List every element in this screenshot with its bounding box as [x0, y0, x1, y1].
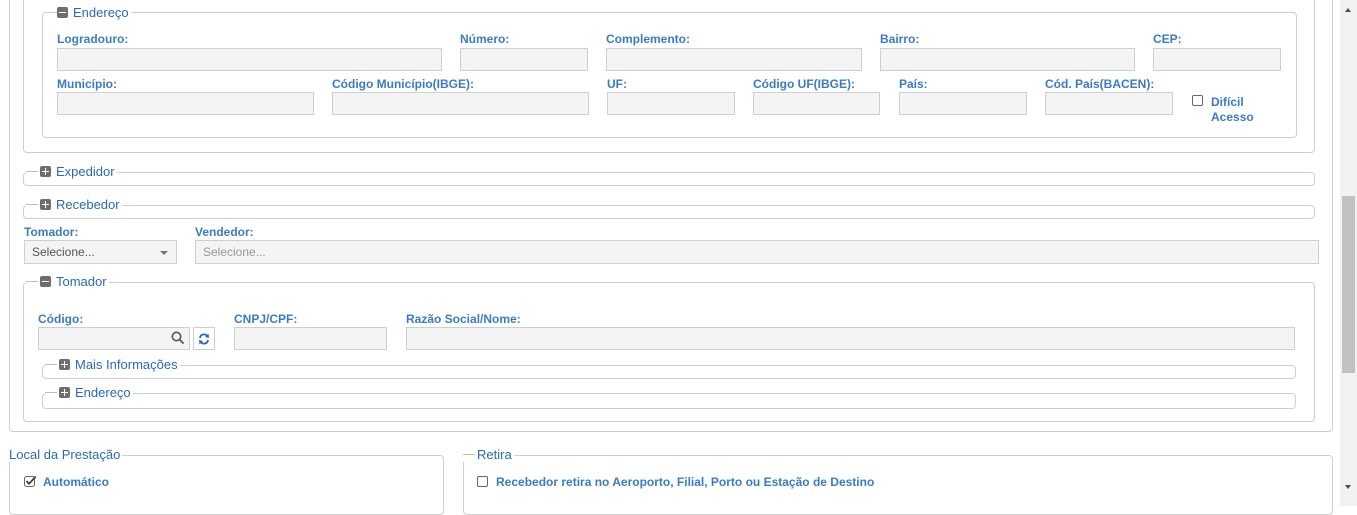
plus-square-icon[interactable] — [40, 199, 51, 210]
uf-label: UF: — [607, 77, 627, 91]
expedidor-legend[interactable]: Expedidor — [26, 164, 117, 179]
tomador-select[interactable]: Selecione... — [24, 240, 177, 264]
municipio-label: Município: — [57, 77, 117, 91]
logradouro-label: Logradouro: — [57, 32, 129, 46]
codigo-uf-input[interactable] — [753, 92, 880, 115]
tomador-endereco-legend[interactable]: Endereço — [45, 385, 133, 400]
tomador-select-label: Tomador: — [24, 225, 79, 239]
chevron-down-icon — [160, 251, 168, 255]
tomador-legend-text: Tomador — [56, 274, 107, 289]
cod-pais-input[interactable] — [1045, 92, 1173, 115]
dificil-acesso-checkbox[interactable] — [1192, 95, 1203, 106]
plus-square-icon[interactable] — [59, 387, 70, 398]
minus-square-icon[interactable] — [40, 276, 51, 287]
tomador-endereco-fieldset — [42, 393, 1296, 409]
cnpj-label: CNPJ/CPF: — [234, 312, 298, 326]
logradouro-input[interactable] — [57, 48, 442, 71]
recebedor-fieldset — [23, 205, 1315, 219]
retira-legend: Retira — [463, 447, 514, 462]
automatico-checkbox[interactable] — [24, 475, 37, 488]
scroll-up-arrow[interactable] — [1345, 8, 1351, 12]
recebedor-legend-text: Recebedor — [56, 197, 120, 212]
tomador-select-value: Selecione... — [32, 245, 95, 259]
complemento-label: Complemento: — [606, 32, 690, 46]
retira-legend-text: Retira — [477, 447, 512, 462]
endereco-fieldset — [42, 12, 1297, 138]
numero-label: Número: — [460, 32, 510, 46]
plus-square-icon[interactable] — [40, 166, 51, 177]
numero-input[interactable] — [460, 48, 588, 71]
retira-option-label: Recebedor retira no Aeroporto, Filial, P… — [496, 475, 875, 489]
vendedor-select-label: Vendedor: — [195, 225, 254, 239]
vendedor-select[interactable]: Selecione... — [195, 240, 1319, 264]
codigo-input[interactable] — [38, 327, 190, 350]
cep-label: CEP: — [1153, 32, 1182, 46]
razao-input[interactable] — [406, 327, 1295, 350]
municipio-input[interactable] — [57, 92, 314, 115]
bairro-label: Bairro: — [880, 32, 920, 46]
complemento-input[interactable] — [606, 48, 862, 71]
scroll-thumb[interactable] — [1342, 196, 1355, 373]
bairro-input[interactable] — [880, 48, 1135, 71]
endereco-legend-text: Endereço — [73, 5, 129, 20]
codigo-municipio-input[interactable] — [332, 92, 589, 115]
automatico-label: Automático — [43, 475, 109, 489]
vertical-scrollbar[interactable] — [1340, 0, 1357, 506]
refresh-button[interactable] — [193, 327, 215, 350]
cnpj-input[interactable] — [234, 327, 387, 350]
codigo-uf-label: Código UF(IBGE): — [753, 77, 855, 91]
codigo-label: Código: — [38, 312, 84, 326]
plus-square-icon[interactable] — [59, 359, 70, 370]
recebedor-legend[interactable]: Recebedor — [26, 197, 122, 212]
dificil-acesso-label-2: Acesso — [1211, 110, 1254, 124]
refresh-icon — [199, 333, 209, 345]
scroll-down-arrow[interactable] — [1345, 485, 1351, 489]
local-prestacao-legend: Local da Prestação — [9, 447, 123, 462]
tomador-legend[interactable]: Tomador — [26, 274, 109, 289]
expedidor-legend-text: Expedidor — [56, 164, 115, 179]
mais-info-legend[interactable]: Mais Informações — [45, 357, 180, 372]
search-icon[interactable] — [171, 331, 185, 345]
minus-square-icon[interactable] — [57, 7, 68, 18]
vendedor-select-value: Selecione... — [203, 245, 266, 259]
cod-pais-label: Cód. País(BACEN): — [1045, 77, 1155, 91]
tomador-endereco-legend-text: Endereço — [75, 385, 131, 400]
mais-info-fieldset — [42, 365, 1296, 379]
mais-info-legend-text: Mais Informações — [75, 357, 178, 372]
dificil-acesso-label-1: Difícil — [1211, 95, 1244, 109]
retira-checkbox[interactable] — [477, 476, 488, 487]
endereco-legend[interactable]: Endereço — [57, 5, 131, 20]
expedidor-fieldset — [23, 172, 1315, 186]
pais-label: País: — [899, 77, 928, 91]
cep-input[interactable] — [1153, 48, 1281, 71]
razao-label: Razão Social/Nome: — [406, 312, 521, 326]
pais-input[interactable] — [899, 92, 1027, 115]
local-prestacao-legend-text: Local da Prestação — [9, 447, 121, 462]
codigo-municipio-label: Código Município(IBGE): — [332, 77, 474, 91]
uf-input[interactable] — [607, 92, 735, 115]
